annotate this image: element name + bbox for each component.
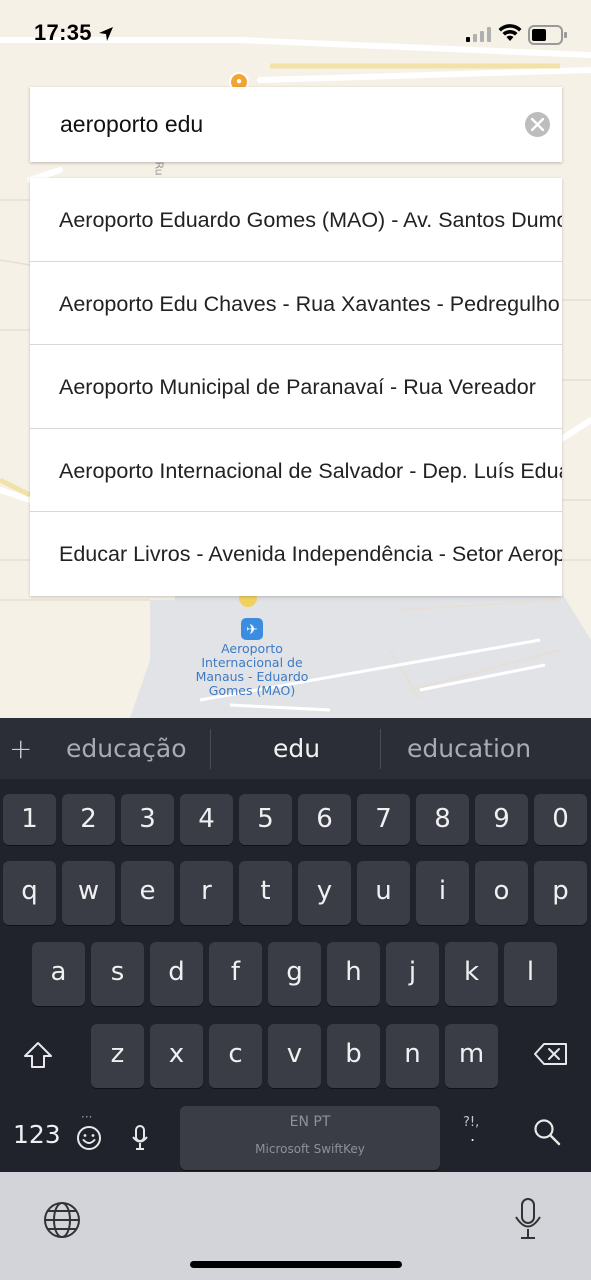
airport-label-line: Aeroporto (221, 641, 283, 656)
suggestion-list: Aeroporto Eduardo Gomes (MAO) - Av. Sant… (30, 178, 562, 596)
airport-label-line: Internacional de (201, 655, 303, 670)
prediction-left[interactable]: educação (66, 734, 187, 763)
suggestion-item[interactable]: Educar Livros - Avenida Independência - … (30, 512, 562, 596)
street-label: Ru (152, 161, 166, 176)
search-icon[interactable] (533, 1118, 561, 1146)
suggestion-label: Aeroporto Eduardo Gomes (MAO) - Av. Sant… (59, 208, 562, 232)
search-input-value: aeroporto edu (60, 111, 204, 137)
airport-label-line: Manaus - Eduardo (195, 669, 309, 684)
prediction-right[interactable]: education (407, 734, 531, 763)
space-key[interactable]: EN PT Microsoft SwiftKey (180, 1106, 440, 1170)
search-input[interactable]: aeroporto edu (30, 87, 562, 162)
key-e[interactable]: e (121, 861, 174, 925)
key-1[interactable]: 1 (3, 794, 56, 845)
key-u[interactable]: u (357, 861, 410, 925)
backspace-icon (534, 1043, 567, 1065)
key-4[interactable]: 4 (180, 794, 233, 845)
key-2[interactable]: 2 (62, 794, 115, 845)
key-o[interactable]: o (475, 861, 528, 925)
shift-key[interactable] (3, 1024, 73, 1088)
key-q[interactable]: q (3, 861, 56, 925)
key-k[interactable]: k (445, 942, 498, 1006)
toolbar-expand-button[interactable]: + (9, 732, 32, 765)
key-j[interactable]: j (386, 942, 439, 1006)
space-brand-label: Microsoft SwiftKey (255, 1142, 365, 1156)
keyboard-system-bar (0, 1172, 591, 1280)
airport-label-line: Gomes (MAO) (208, 683, 296, 698)
key-z[interactable]: z (91, 1024, 144, 1088)
key-n[interactable]: n (386, 1024, 439, 1088)
status-bar: 17:35 (0, 0, 591, 70)
dictation-icon[interactable] (131, 1124, 149, 1152)
key-p[interactable]: p (534, 861, 587, 925)
numeric-switch-key[interactable]: 123 (13, 1120, 61, 1149)
globe-icon[interactable] (42, 1200, 82, 1240)
key-5[interactable]: 5 (239, 794, 292, 845)
prediction-center[interactable]: edu (273, 734, 320, 763)
key-6[interactable]: 6 (298, 794, 351, 845)
key-l[interactable]: l (504, 942, 557, 1006)
prediction-divider (380, 729, 381, 769)
key-c[interactable]: c (209, 1024, 262, 1088)
key-3[interactable]: 3 (121, 794, 174, 845)
battery-icon (528, 25, 567, 45)
key-f[interactable]: f (209, 942, 262, 1006)
keyboard: + educação edu education 1 2 3 4 5 6 7 8… (0, 718, 591, 1172)
airport-map-label[interactable]: Aeroporto Internacional de Manaus - Edua… (180, 642, 324, 698)
clear-search-button[interactable] (525, 112, 550, 137)
key-0[interactable]: 0 (534, 794, 587, 845)
home-indicator[interactable] (190, 1261, 402, 1268)
backspace-key[interactable] (515, 1024, 587, 1088)
shift-icon (24, 1042, 52, 1068)
wifi-icon (498, 24, 522, 41)
key-b[interactable]: b (327, 1024, 380, 1088)
key-v[interactable]: v (268, 1024, 321, 1088)
suggestion-item[interactable]: Aeroporto Edu Chaves - Rua Xavantes - Pe… (30, 262, 562, 346)
key-d[interactable]: d (150, 942, 203, 1006)
suggestion-label: Aeroporto Municipal de Paranavaí - Rua V… (59, 375, 536, 400)
location-arrow-icon (99, 27, 113, 41)
emoji-dots: ··· (81, 1110, 93, 1124)
key-g[interactable]: g (268, 942, 321, 1006)
key-y[interactable]: y (298, 861, 351, 925)
key-x[interactable]: x (150, 1024, 203, 1088)
key-8[interactable]: 8 (416, 794, 469, 845)
suggestion-item[interactable]: Aeroporto Eduardo Gomes (MAO) - Av. Sant… (30, 178, 562, 262)
space-language-label: EN PT (289, 1114, 331, 1130)
key-w[interactable]: w (62, 861, 115, 925)
key-h[interactable]: h (327, 942, 380, 1006)
emoji-icon[interactable] (76, 1125, 102, 1151)
punctuation-dot: . (470, 1126, 476, 1145)
suggestion-label: Aeroporto Internacional de Salvador - De… (59, 458, 562, 483)
key-i[interactable]: i (416, 861, 469, 925)
cellular-signal-icon (466, 27, 491, 42)
key-7[interactable]: 7 (357, 794, 410, 845)
microphone-icon[interactable] (513, 1196, 543, 1242)
key-a[interactable]: a (32, 942, 85, 1006)
key-s[interactable]: s (91, 942, 144, 1006)
status-time: 17:35 (34, 20, 92, 45)
suggestion-item[interactable]: Aeroporto Municipal de Paranavaí - Rua V… (30, 345, 562, 429)
prediction-bar: + educação edu education (0, 718, 591, 779)
key-9[interactable]: 9 (475, 794, 528, 845)
airplane-icon[interactable]: ✈ (241, 618, 263, 640)
close-icon (531, 118, 544, 131)
suggestion-label: Aeroporto Edu Chaves - Rua Xavantes - Pe… (59, 291, 560, 316)
key-t[interactable]: t (239, 861, 292, 925)
key-m[interactable]: m (445, 1024, 498, 1088)
suggestion-label: Educar Livros - Avenida Independência - … (59, 542, 562, 567)
key-r[interactable]: r (180, 861, 233, 925)
prediction-divider (210, 729, 211, 769)
suggestion-item[interactable]: Aeroporto Internacional de Salvador - De… (30, 429, 562, 513)
